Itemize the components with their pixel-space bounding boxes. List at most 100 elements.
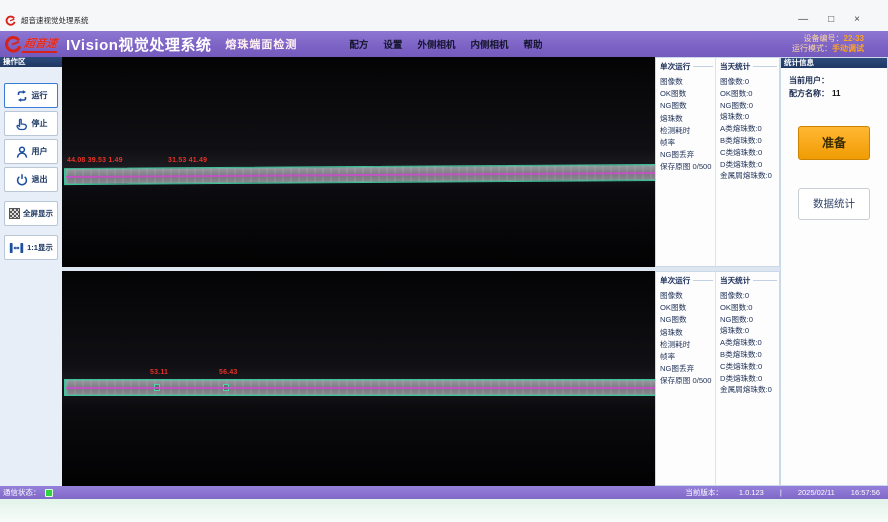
fullscreen-label: 全屏显示 (23, 208, 53, 219)
recipe-name-label: 配方名称： (789, 89, 829, 98)
brand-swirl-icon (4, 35, 22, 53)
stat-row: 保存原图 0/500 (660, 375, 715, 387)
user-button[interactable]: 用户 (4, 139, 58, 164)
titlebar-inner: 超音速视觉处理系统 — □ × (0, 11, 888, 29)
measurement-annotation: 31.53 41.49 (168, 157, 207, 164)
stat-row: NG图丢弃 (660, 363, 715, 375)
run-icon (15, 89, 29, 103)
measurement-annotation: 56.43 (219, 369, 238, 376)
stat-row: A类熔珠数:0 (720, 123, 779, 135)
single-run-header: 单次运行 (660, 61, 690, 72)
version-value: 1.0.123 (739, 488, 764, 497)
stop-hand-icon (15, 117, 29, 131)
status-time: 16:57:56 (851, 488, 880, 497)
stat-row: NG图数:0 (720, 100, 779, 112)
roi-marker (154, 384, 160, 391)
daily-stats-column: 当天统计 图像数:0 OK图数:0 NG图数:0 熔珠数:0 A类熔珠数:0 B… (715, 58, 779, 266)
stat-row: NG图丢弃 (660, 149, 715, 161)
titlebar: 超音速视觉处理系统 — □ × (0, 0, 888, 31)
legend-rule (753, 66, 777, 67)
stat-row: 熔珠数:0 (720, 111, 779, 123)
daily-stats-header: 当天统计 (720, 275, 750, 286)
app-subtitle: 熔珠端面检测 (225, 36, 297, 52)
measurement-annotation: 44.08 39.53 1.49 (67, 157, 123, 164)
legend-rule (693, 280, 713, 281)
stat-row: 帧率 (660, 137, 715, 149)
comm-status: 通信状态： (0, 487, 53, 498)
run-mode-label: 运行模式： (792, 44, 832, 53)
run-button[interactable]: 运行 (4, 83, 58, 108)
daily-stats-header: 当天统计 (720, 61, 750, 72)
comm-status-ok-indicator (45, 489, 53, 497)
one-to-one-button[interactable]: 1:1显示 (4, 235, 58, 260)
stat-row: OK图数 (660, 88, 715, 100)
info-body: 当前用户： 配方名称：11 准备 数据统计 (781, 68, 887, 220)
version-label: 当前版本： (685, 487, 723, 498)
menu-item-inner-camera[interactable]: 内侧相机 (470, 37, 508, 51)
user-label: 用户 (32, 146, 48, 157)
version-datetime: 当前版本： 1.0.123 | 2025/02/11 16:57:56 (685, 487, 888, 498)
close-icon[interactable]: × (854, 15, 860, 25)
fullscreen-icon (9, 208, 20, 219)
app-logo-icon (5, 15, 16, 26)
daily-stats-column: 当天统计 图像数:0 OK图数:0 NG图数:0 熔珠数:0 A类熔珠数:0 B… (715, 272, 779, 485)
stat-row: NG图数 (660, 314, 715, 326)
roi-marker (223, 384, 229, 391)
window-controls: — □ × (798, 15, 888, 25)
legend-rule (753, 280, 777, 281)
stat-row: 熔珠数 (660, 327, 715, 339)
stat-row: 熔珠数:0 (720, 325, 779, 337)
sidebar-buttons: 运行 停止 用户 (0, 67, 62, 263)
one-to-one-icon (9, 242, 24, 254)
stat-row: 图像数:0 (720, 290, 779, 302)
device-id-label: 设备编号： (804, 34, 844, 43)
status-date: 2025/02/11 (798, 488, 835, 497)
brand-logo: 超音速 (4, 35, 58, 53)
stat-row: B类熔珠数:0 (720, 135, 779, 147)
stat-row: NG图数 (660, 100, 715, 112)
exit-button[interactable]: 退出 (4, 167, 58, 192)
data-statistics-button[interactable]: 数据统计 (798, 188, 870, 220)
stat-row: 帧率 (660, 351, 715, 363)
stat-row: B类熔珠数:0 (720, 349, 779, 361)
device-id-value: 22-33 (844, 34, 864, 43)
menu-item-recipe[interactable]: 配方 (349, 37, 368, 51)
separator: | (780, 488, 782, 497)
exit-label: 退出 (32, 174, 48, 185)
single-run-column: 单次运行 图像数 OK图数 NG图数 熔珠数 检测耗时 帧率 NG图丢弃 保存原… (656, 58, 715, 266)
window-title: 超音速视觉处理系统 (21, 15, 89, 26)
single-run-header: 单次运行 (660, 275, 690, 286)
single-run-column: 单次运行 图像数 OK图数 NG图数 熔珠数 检测耗时 帧率 NG图丢弃 保存原… (656, 272, 715, 485)
app-header: 超音速 IVision视觉处理系统 熔珠端面检测 配方 设置 外侧相机 内侧相机… (0, 31, 888, 57)
stat-row: OK图数:0 (720, 302, 779, 314)
stat-row: A类熔珠数:0 (720, 337, 779, 349)
stat-row: 金属屑熔珠数:0 (720, 170, 779, 182)
menu-item-help[interactable]: 帮助 (523, 37, 542, 51)
power-icon (15, 173, 29, 187)
stat-row: 保存原图 0/500 (660, 161, 715, 173)
app-window: 超音速视觉处理系统 — □ × 超音速 IVision视觉处理系统 熔珠端面检测… (0, 0, 888, 522)
desktop-margin (0, 499, 888, 522)
menu-item-settings[interactable]: 设置 (383, 37, 402, 51)
stat-row: D类熔珠数:0 (720, 373, 779, 385)
maximize-icon[interactable]: □ (828, 15, 834, 25)
measurement-annotation: 53.11 (150, 369, 168, 376)
camera-viewport-top[interactable]: 44.08 39.53 1.49 31.53 41.49 (62, 57, 655, 267)
stop-button[interactable]: 停止 (4, 111, 58, 136)
camera-viewport-bottom[interactable]: 53.11 56.43 (62, 271, 655, 486)
comm-status-label: 通信状态： (3, 487, 41, 498)
main-area: 操作区 运行 停止 (0, 57, 888, 486)
menu-item-outer-camera[interactable]: 外侧相机 (417, 37, 455, 51)
fullscreen-button[interactable]: 全屏显示 (4, 201, 58, 226)
sidebar-title: 操作区 (0, 57, 62, 67)
stat-row: NG图数:0 (720, 314, 779, 326)
current-user-label: 当前用户： (789, 76, 829, 85)
minimize-icon[interactable]: — (798, 15, 808, 25)
menu-bar: 配方 设置 外侧相机 内侧相机 帮助 (349, 37, 542, 51)
ready-button[interactable]: 准备 (798, 126, 870, 160)
stat-row: 检测耗时 (660, 339, 715, 351)
stats-panel-top: 单次运行 图像数 OK图数 NG图数 熔珠数 检测耗时 帧率 NG图丢弃 保存原… (655, 57, 780, 267)
stat-row: 图像数:0 (720, 76, 779, 88)
stat-row: 检测耗时 (660, 125, 715, 137)
user-icon (15, 145, 29, 159)
